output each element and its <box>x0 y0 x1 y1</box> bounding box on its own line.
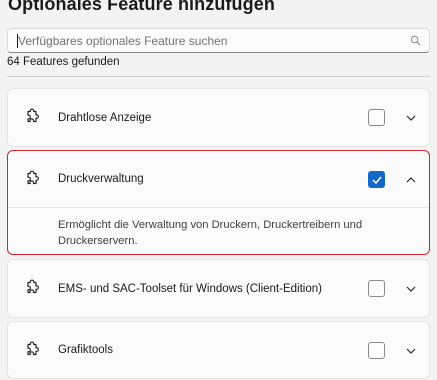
divider <box>7 76 430 77</box>
feature-item-druckverwaltung[interactable]: Druckverwaltung Ermöglicht die Verwaltun… <box>7 150 430 255</box>
checkmark-icon <box>372 176 382 184</box>
feature-name: EMS- und SAC-Toolset für Windows (Client… <box>58 283 322 295</box>
feature-description: Ermöglicht die Verwaltung von Druckern, … <box>58 219 363 247</box>
chevron-down-icon[interactable] <box>405 345 417 357</box>
feature-checkbox[interactable] <box>368 280 385 297</box>
puzzle-icon <box>27 279 39 294</box>
feature-item-drahtlose-anzeige[interactable]: Drahtlose Anzeige <box>7 88 430 147</box>
feature-name: Drahtlose Anzeige <box>58 112 152 124</box>
search-icon[interactable] <box>410 35 421 46</box>
feature-item-grafiktools[interactable]: Grafiktools <box>7 321 430 379</box>
feature-name: Druckverwaltung <box>58 173 144 185</box>
feature-checkbox[interactable] <box>368 171 385 188</box>
feature-checkbox[interactable] <box>368 342 385 359</box>
result-count: 64 Features gefunden <box>7 56 120 68</box>
feature-item-ems-sac-toolset[interactable]: EMS- und SAC-Toolset für Windows (Client… <box>7 259 430 318</box>
chevron-down-icon[interactable] <box>405 112 417 124</box>
page-title: Optionales Feature hinzufügen <box>8 0 275 14</box>
puzzle-icon <box>27 170 39 185</box>
search-input[interactable] <box>18 29 403 52</box>
puzzle-icon <box>27 341 39 356</box>
expand-divider <box>8 207 429 208</box>
puzzle-icon <box>27 108 39 123</box>
chevron-up-icon[interactable] <box>405 174 417 186</box>
chevron-down-icon[interactable] <box>405 283 417 295</box>
feature-checkbox[interactable] <box>368 109 385 126</box>
feature-name: Grafiktools <box>58 344 113 356</box>
search-box[interactable] <box>7 28 430 53</box>
